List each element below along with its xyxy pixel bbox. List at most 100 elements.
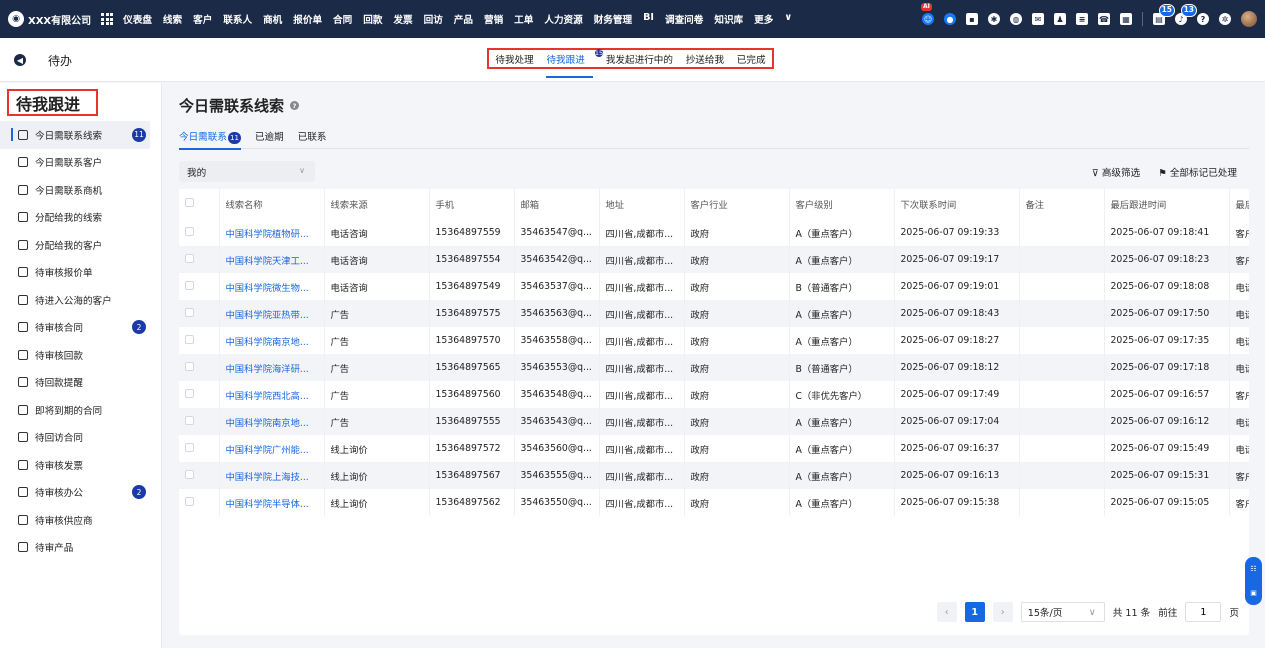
lead-name-link[interactable]: 中国科学院微生物... bbox=[219, 273, 325, 300]
lead-name-link[interactable]: 中国科学院天津工... bbox=[219, 246, 325, 273]
sidebar-item-0[interactable]: 今日需联系线索 11 bbox=[0, 121, 150, 149]
menu-item-10[interactable]: 产品 bbox=[454, 12, 473, 26]
task-icon[interactable]: ▤ 15 bbox=[1153, 4, 1175, 25]
menu-item-18[interactable]: 更多 bbox=[754, 12, 773, 26]
table-row[interactable]: 中国科学院广州能... 线上询价 15364897572 35463560@q... 四… bbox=[179, 435, 1249, 462]
menu-item-0[interactable]: 仪表盘 bbox=[123, 12, 152, 26]
lead-name-link[interactable]: 中国科学院海洋研... bbox=[219, 354, 325, 381]
row-checkbox[interactable] bbox=[185, 280, 194, 290]
row-checkbox[interactable] bbox=[185, 334, 194, 344]
table-row[interactable]: 中国科学院天津工... 电话咨询 15364897554 35463542@q... 四… bbox=[179, 246, 1249, 273]
select-all-checkbox[interactable] bbox=[185, 198, 194, 207]
menu-item-2[interactable]: 客户 bbox=[193, 12, 212, 26]
sidebar-item-9[interactable]: 待回款提醒 bbox=[0, 369, 162, 397]
help-circle-icon[interactable]: ? bbox=[290, 101, 300, 110]
document-icon[interactable]: ≡ bbox=[1076, 13, 1088, 25]
row-checkbox[interactable] bbox=[185, 307, 194, 317]
chat-icon[interactable]: ● bbox=[944, 13, 956, 25]
back-arrow-icon[interactable]: ◀ bbox=[14, 54, 26, 66]
menu-item-8[interactable]: 发票 bbox=[393, 12, 412, 26]
column-header[interactable]: 线索名称 bbox=[219, 189, 325, 219]
column-header[interactable]: 地址 bbox=[599, 189, 685, 219]
lead-name-link[interactable]: 中国科学院南京地... bbox=[219, 327, 325, 354]
lead-name-link[interactable]: 中国科学院西北高... bbox=[219, 381, 325, 408]
lead-name-link[interactable]: 中国科学院植物研... bbox=[219, 219, 325, 246]
phone-icon[interactable]: ☎ bbox=[1098, 13, 1110, 25]
sidebar-item-6[interactable]: 待进入公海的客户 bbox=[0, 286, 162, 314]
sidebar-item-15[interactable]: 待审产品 bbox=[0, 534, 162, 562]
prev-page-button[interactable]: ‹ bbox=[936, 602, 957, 622]
menu-item-5[interactable]: 报价单 bbox=[293, 12, 322, 26]
column-header[interactable]: 下次联系时间 bbox=[894, 189, 1020, 219]
tab-todo-2[interactable]: 我发起进行中的 bbox=[606, 52, 673, 66]
owner-filter-select[interactable]: 我的 ∨ bbox=[179, 161, 315, 182]
lead-name-link[interactable]: 中国科学院亚热带... bbox=[219, 300, 325, 327]
page-size-select[interactable]: 15条/页 ∨ bbox=[1020, 602, 1105, 622]
column-header[interactable]: 客户行业 bbox=[684, 189, 790, 219]
sidebar-item-10[interactable]: 即将到期的合同 bbox=[0, 396, 162, 424]
row-checkbox[interactable] bbox=[185, 496, 194, 506]
subtab-2[interactable]: 已联系 bbox=[298, 129, 327, 149]
lead-name-link[interactable]: 中国科学院南京地... bbox=[219, 408, 325, 435]
column-header[interactable]: 线索来源 bbox=[324, 189, 430, 219]
page-number-button[interactable]: 1 bbox=[964, 602, 985, 622]
user-icon[interactable]: ♟ bbox=[1054, 13, 1066, 25]
table-row[interactable]: 中国科学院海洋研... 广告 15364897565 35463553@q... 四川省… bbox=[179, 354, 1249, 381]
table-row[interactable]: 中国科学院植物研... 电话咨询 15364897559 35463547@q... 四… bbox=[179, 219, 1249, 246]
row-checkbox[interactable] bbox=[185, 415, 194, 425]
menu-item-14[interactable]: 财务管理 bbox=[594, 12, 632, 26]
menu-item-12[interactable]: 工单 bbox=[514, 12, 533, 26]
column-header[interactable]: 最后 bbox=[1229, 189, 1249, 219]
column-header[interactable]: 最后跟进时间 bbox=[1104, 189, 1230, 219]
globe-icon[interactable]: ◍ bbox=[1010, 13, 1022, 25]
help-icon[interactable]: ? bbox=[1197, 13, 1209, 25]
column-header[interactable]: 手机 bbox=[429, 189, 515, 219]
table-row[interactable]: 中国科学院南京地... 广告 15364897570 35463558@q... 四川省… bbox=[179, 327, 1249, 354]
menu-item-1[interactable]: 线索 bbox=[163, 12, 182, 26]
table-row[interactable]: 中国科学院南京地... 广告 15364897555 35463543@q... 四川省… bbox=[179, 408, 1249, 435]
tab-todo-1[interactable]: 待我跟进 15 bbox=[546, 48, 604, 78]
table-row[interactable]: 中国科学院上海技... 线上询价 15364897567 35463555@q... 四… bbox=[179, 462, 1249, 489]
customer-service-icon[interactable]: ☷ bbox=[1250, 565, 1256, 573]
mail-icon[interactable]: ✉ bbox=[1032, 13, 1044, 25]
row-checkbox[interactable] bbox=[185, 388, 194, 398]
menu-item-13[interactable]: 人力资源 bbox=[544, 12, 582, 26]
tab-todo-4[interactable]: 已完成 bbox=[737, 52, 766, 66]
sidebar-item-8[interactable]: 待审核回款 bbox=[0, 341, 162, 369]
lead-name-link[interactable]: 中国科学院上海技... bbox=[219, 462, 325, 489]
settings-circle-icon[interactable]: ✱ bbox=[988, 13, 1000, 25]
calendar-icon[interactable]: ▦ bbox=[1120, 13, 1132, 25]
sidebar-item-14[interactable]: 待审核供应商 bbox=[0, 506, 162, 534]
menu-item-6[interactable]: 合同 bbox=[333, 12, 352, 26]
bell-icon[interactable]: ♪ 13 bbox=[1175, 4, 1197, 25]
sidebar-item-13[interactable]: 待审核办公 2 bbox=[0, 479, 162, 507]
row-checkbox[interactable] bbox=[185, 442, 194, 452]
sidebar-item-3[interactable]: 分配给我的线索 bbox=[0, 204, 162, 232]
next-page-button[interactable]: › bbox=[992, 602, 1013, 622]
gear-icon[interactable]: ✲ bbox=[1219, 13, 1231, 25]
menu-item-11[interactable]: 营销 bbox=[484, 12, 503, 26]
column-header[interactable]: 备注 bbox=[1019, 189, 1105, 219]
sidebar-item-12[interactable]: 待审核发票 bbox=[0, 451, 162, 479]
column-header[interactable]: 邮箱 bbox=[514, 189, 600, 219]
sidebar-item-4[interactable]: 分配给我的客户 bbox=[0, 231, 162, 259]
row-checkbox[interactable] bbox=[185, 253, 194, 263]
sidebar-item-2[interactable]: 今日需联系商机 bbox=[0, 176, 162, 204]
app-grid-icon[interactable] bbox=[101, 13, 114, 25]
advanced-filter-button[interactable]: ⊽ 高级筛选 bbox=[1092, 165, 1140, 179]
row-checkbox[interactable] bbox=[185, 469, 194, 479]
table-row[interactable]: 中国科学院半导体... 线上询价 15364897562 35463550@q... 四… bbox=[179, 489, 1249, 516]
table-row[interactable]: 中国科学院亚热带... 广告 15364897575 35463563@q... 四川省… bbox=[179, 300, 1249, 327]
floating-toolbar[interactable]: ☷ ▣ bbox=[1245, 557, 1262, 605]
sidebar-item-11[interactable]: 待回访合同 bbox=[0, 424, 162, 452]
lead-name-link[interactable]: 中国科学院广州能... bbox=[219, 435, 325, 462]
sidebar-item-5[interactable]: 待审核报价单 bbox=[0, 259, 162, 287]
tab-todo-3[interactable]: 抄送给我 bbox=[686, 52, 724, 66]
column-header[interactable]: 客户级别 bbox=[789, 189, 895, 219]
ai-assistant-icon[interactable]: ☺ AI bbox=[921, 3, 934, 25]
menu-item-17[interactable]: 知识库 bbox=[714, 12, 743, 26]
mark-all-button[interactable]: ⚑ 全部标记已处理 bbox=[1158, 165, 1237, 179]
menu-item-7[interactable]: 回款 bbox=[363, 12, 382, 26]
table-row[interactable]: 中国科学院微生物... 电话咨询 15364897549 35463537@q... 四… bbox=[179, 273, 1249, 300]
subtab-0[interactable]: 今日需联系 11 bbox=[179, 129, 241, 150]
